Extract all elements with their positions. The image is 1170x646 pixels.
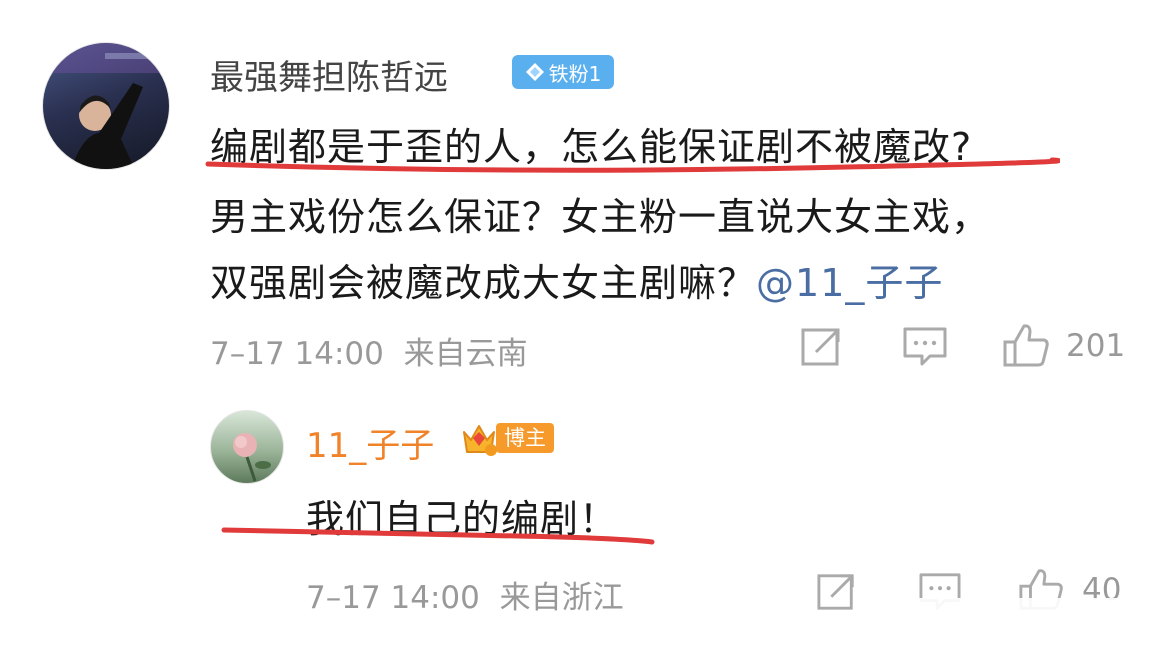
comment-line-3: 双强剧会被魔改成大女主剧嘛？@11_子子: [210, 252, 943, 307]
share-icon[interactable]: [800, 326, 844, 368]
fan-badge: 铁粉1: [512, 55, 614, 89]
host-badge: 博主: [460, 420, 556, 456]
comment-line-3-text: 双强剧会被魔改成大女主剧嘛？: [210, 261, 757, 305]
comment-username[interactable]: 最强舞担陈哲远: [210, 50, 448, 99]
share-icon[interactable]: [816, 572, 858, 612]
reply-location: 来自浙江: [499, 580, 624, 616]
mention-link[interactable]: @11_子子: [756, 261, 943, 305]
underline-mark: [221, 527, 655, 545]
like-icon[interactable]: [1002, 322, 1050, 368]
comment-location: 来自云南: [403, 336, 528, 372]
reply-username[interactable]: 11_子子: [306, 418, 434, 467]
avatar[interactable]: [42, 42, 170, 170]
underline-mark: [205, 157, 1060, 173]
diamond-icon: [525, 63, 544, 81]
reply-meta: 7–17 14:00 来自浙江: [306, 572, 624, 617]
comment-meta: 7–17 14:00 来自云南: [210, 328, 528, 373]
host-badge-label: 博主: [496, 423, 554, 453]
watermark: [908, 598, 1162, 634]
comment-time: 7–17 14:00: [210, 336, 384, 372]
like-count: 201: [1066, 328, 1126, 364]
crown-icon: [463, 425, 497, 456]
fan-badge-label: 铁粉1: [548, 61, 602, 86]
comment-line-2: 男主戏份怎么保证？女主粉一直说大女主戏，: [210, 195, 991, 239]
reply-avatar[interactable]: [210, 410, 284, 484]
comment-icon[interactable]: [902, 326, 948, 368]
reply-time: 7–17 14:00: [306, 580, 480, 616]
